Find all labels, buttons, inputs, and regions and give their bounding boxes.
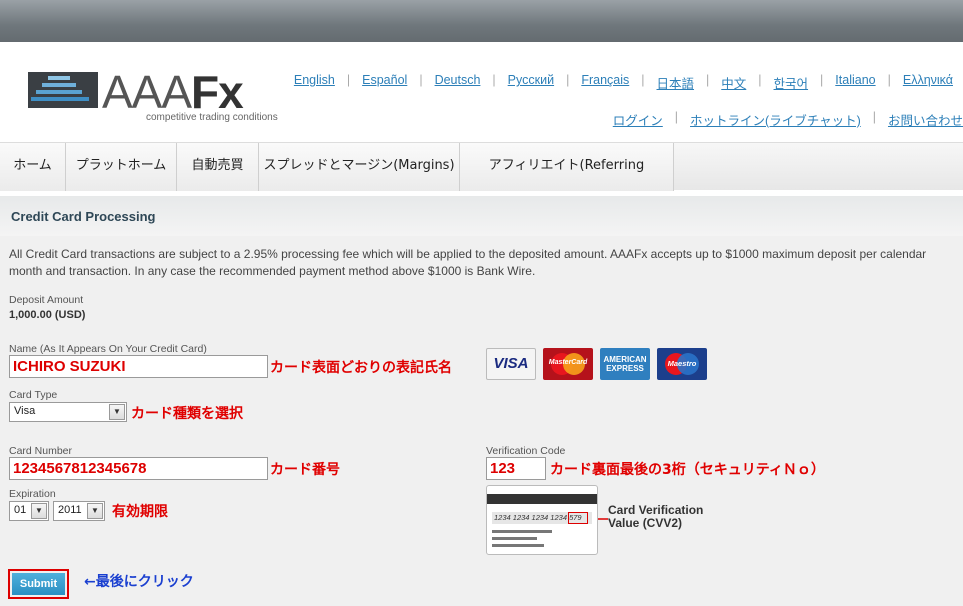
nav-spreads-margins[interactable]: スプレッドとマージン(Margins) [259, 143, 460, 191]
card-type-select[interactable]: Visa ▼ [9, 402, 127, 422]
aaafx-logo[interactable]: AAAFx competitive trading conditions [28, 66, 278, 128]
lang-japanese[interactable]: 日本語 [657, 73, 695, 92]
deposit-amount-value: 1,000.00 (USD) [9, 309, 86, 321]
chevron-down-icon[interactable]: ▼ [87, 503, 103, 519]
cardholder-name-input[interactable]: ICHIRO SUZUKI [9, 355, 268, 378]
contact-link[interactable]: お問い合わせ [888, 110, 963, 129]
maestro-logo: Maestro [657, 348, 707, 380]
lang-italian[interactable]: Italiano [835, 73, 875, 92]
nav-auto-trading[interactable]: 自動売買 [177, 143, 259, 191]
language-links: English | Español | Deutsch | Русский | Fran… [293, 73, 953, 92]
nav-affiliate[interactable]: アフィリエイト(Referring Brokers) [460, 143, 674, 219]
submit-highlight: Submit [8, 569, 69, 599]
logo-tagline: competitive trading conditions [146, 112, 278, 123]
expiration-label: Expiration [9, 488, 56, 500]
cvv-card-illustration: 1234 1234 1234 1234 579 [486, 485, 598, 555]
live-chat-link[interactable]: ホットライン(ライブチャット) [690, 110, 861, 129]
logo-wordmark: AAAFx [102, 66, 244, 118]
section-title: Credit Card Processing [0, 196, 963, 236]
nav-home[interactable]: ホーム [0, 143, 66, 191]
card-type-label: Card Type [9, 389, 58, 401]
chevron-down-icon[interactable]: ▼ [109, 404, 125, 420]
lang-german[interactable]: Deutsch [435, 73, 481, 92]
login-link[interactable]: ログイン [613, 110, 663, 129]
card-type-annotation: カード種類を選択 [131, 406, 243, 422]
card-number-label: Card Number [9, 445, 73, 457]
card-number-input[interactable]: 1234567812345678 [9, 457, 268, 480]
verification-code-input[interactable]: 123 [486, 457, 546, 480]
cvv-highlight-box [568, 512, 588, 524]
expiration-year-select[interactable]: 2011 ▼ [53, 501, 105, 521]
card-text-lines [492, 530, 552, 551]
main-nav: ホーム プラットホーム 自動売買 スプレッドとマージン(Margins) アフィ… [0, 142, 963, 219]
magnetic-stripe [487, 494, 597, 504]
cvv-label: Card Verification Value (CVV2) [608, 503, 704, 530]
main-content: Credit Card Processing All Credit Card t… [0, 196, 963, 606]
name-label: Name (As It Appears On Your Credit Card) [9, 343, 207, 355]
lang-greek[interactable]: Ελληνικά [903, 73, 953, 92]
name-annotation: カード表面どおりの表記氏名 [270, 360, 452, 376]
submit-annotation: ←最後にクリック [84, 574, 194, 590]
account-links: ログイン | ホットライン(ライブチャット) | お問い合わせ [612, 110, 963, 129]
amex-logo: AMERICAN EXPRESS [600, 348, 650, 380]
lang-english[interactable]: English [294, 73, 335, 92]
card-number-annotation: カード番号 [270, 462, 340, 478]
deposit-amount-label: Deposit Amount [9, 294, 84, 306]
site-header: AAAFx competitive trading conditions Eng… [0, 42, 963, 142]
chevron-down-icon[interactable]: ▼ [31, 503, 47, 519]
nav-platform[interactable]: プラットホーム [66, 143, 177, 191]
visa-logo: VISA [486, 348, 536, 380]
lang-chinese[interactable]: 中文 [721, 73, 746, 92]
logo-steps-icon [28, 72, 98, 108]
lang-french[interactable]: Français [581, 73, 629, 92]
mastercard-logo: MasterCard [543, 348, 593, 380]
expiration-annotation: 有効期限 [112, 504, 168, 520]
submit-button[interactable]: Submit [12, 573, 65, 595]
lang-korean[interactable]: 한국어 [774, 73, 809, 92]
top-banner [0, 0, 963, 42]
fee-notice: All Credit Card transactions are subject… [9, 247, 927, 278]
verification-annotation: カード裏面最後の3桁（セキュリティＮｏ） [550, 462, 825, 478]
expiration-month-select[interactable]: 01 ▼ [9, 501, 49, 521]
verification-code-label: Verification Code [486, 445, 566, 457]
lang-russian[interactable]: Русский [508, 73, 554, 92]
lang-spanish[interactable]: Español [362, 73, 407, 92]
